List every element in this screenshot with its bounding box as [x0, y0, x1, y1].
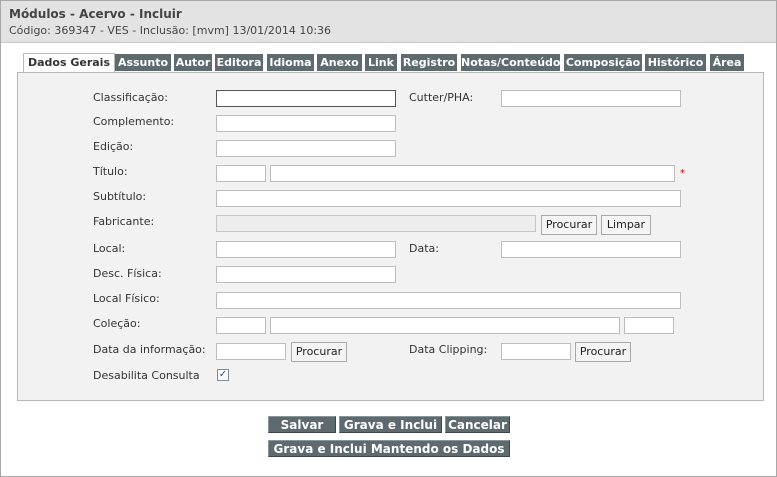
- tab-composicao[interactable]: Composição: [564, 54, 642, 71]
- page-title: Módulos - Acervo - Incluir: [9, 7, 182, 21]
- titulo-prefix-input[interactable]: [216, 165, 266, 182]
- tab-assunto[interactable]: Assunto: [115, 54, 171, 71]
- subtitulo-label: Subtítulo:: [93, 190, 147, 203]
- local-fisico-label: Local Físico:: [93, 292, 160, 305]
- data-input[interactable]: [501, 241, 681, 258]
- salvar-button[interactable]: Salvar: [268, 416, 336, 433]
- tab-link[interactable]: Link: [365, 54, 397, 71]
- fabricante-limpar-button[interactable]: Limpar: [601, 215, 651, 235]
- data-informacao-input[interactable]: [216, 343, 286, 360]
- titulo-label: Título:: [93, 165, 128, 178]
- tab-dados-gerais[interactable]: Dados Gerais: [23, 53, 115, 72]
- fabricante-input: [216, 215, 536, 232]
- record-info: Código: 369347 - VES - Inclusão: [mvm] 1…: [9, 24, 332, 37]
- complemento-label: Complemento:: [93, 115, 175, 128]
- colecao-name-input[interactable]: [270, 317, 620, 334]
- tab-idioma[interactable]: Idioma: [267, 54, 314, 71]
- form-panel: Classificação: Cutter/PHA: Complemento: …: [17, 72, 764, 401]
- tab-editora[interactable]: Editora: [215, 54, 263, 71]
- subtitulo-input[interactable]: [216, 190, 681, 207]
- tab-notas-conteudo[interactable]: Notas/Conteúdo: [461, 54, 560, 71]
- local-input[interactable]: [216, 241, 396, 258]
- grava-inclui-mantendo-button[interactable]: Grava e Inclui Mantendo os Dados: [268, 440, 510, 457]
- edicao-label: Edição:: [93, 140, 134, 153]
- tab-registro[interactable]: Registro: [401, 54, 457, 71]
- data-clipping-label: Data Clipping:: [409, 343, 488, 356]
- cutter-input[interactable]: [501, 90, 681, 107]
- page-header: Módulos - Acervo - Incluir Código: 36934…: [1, 1, 776, 43]
- classificacao-input[interactable]: [216, 90, 396, 107]
- tab-historico[interactable]: Histórico: [645, 54, 706, 71]
- cutter-label: Cutter/PHA:: [409, 91, 474, 104]
- local-label: Local:: [93, 242, 126, 255]
- data-clipping-input[interactable]: [501, 343, 571, 360]
- colecao-number-input[interactable]: [624, 317, 674, 334]
- data-informacao-procurar-button[interactable]: Procurar: [291, 342, 347, 362]
- data-label: Data:: [409, 242, 439, 255]
- colecao-label: Coleção:: [93, 317, 141, 330]
- titulo-input[interactable]: [270, 165, 675, 182]
- desabilita-consulta-label: Desabilita Consulta: [93, 369, 200, 382]
- desabilita-consulta-checkbox[interactable]: ✓: [217, 369, 229, 381]
- fabricante-procurar-button[interactable]: Procurar: [541, 215, 597, 235]
- local-fisico-input[interactable]: [216, 292, 681, 309]
- tab-area[interactable]: Área: [710, 54, 744, 71]
- classificacao-label: Classificação:: [93, 91, 168, 104]
- desc-fisica-input[interactable]: [216, 266, 396, 283]
- data-clipping-procurar-button[interactable]: Procurar: [575, 342, 631, 362]
- fabricante-label: Fabricante:: [93, 215, 155, 228]
- colecao-code-input[interactable]: [216, 317, 266, 334]
- desc-fisica-label: Desc. Física:: [93, 267, 162, 280]
- cancelar-button[interactable]: Cancelar: [445, 416, 510, 433]
- data-informacao-label: Data da informação:: [93, 343, 206, 356]
- tab-anexo[interactable]: Anexo: [317, 54, 362, 71]
- grava-inclui-button[interactable]: Grava e Inclui: [339, 416, 442, 433]
- complemento-input[interactable]: [216, 115, 396, 132]
- tab-autor[interactable]: Autor: [174, 54, 212, 71]
- required-marker: *: [680, 168, 685, 179]
- window-frame: Módulos - Acervo - Incluir Código: 36934…: [0, 0, 777, 477]
- edicao-input[interactable]: [216, 140, 396, 157]
